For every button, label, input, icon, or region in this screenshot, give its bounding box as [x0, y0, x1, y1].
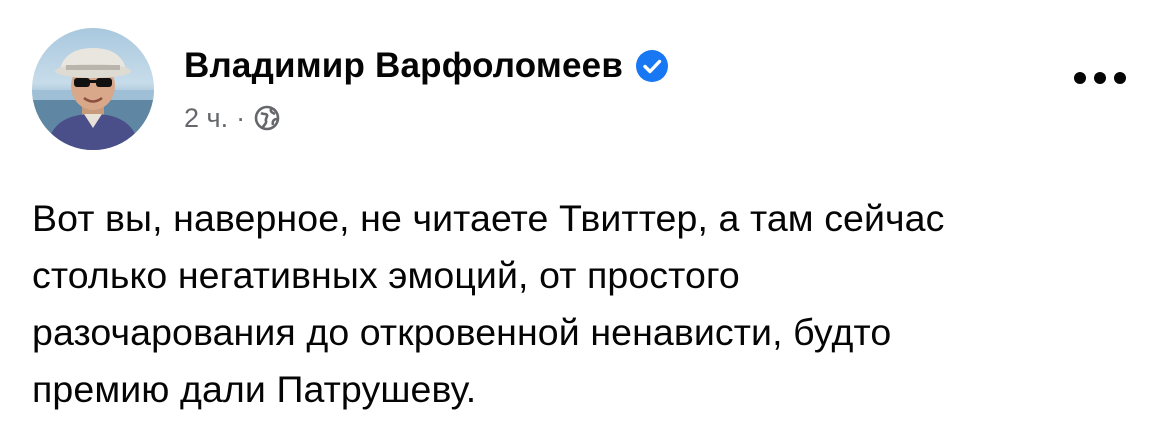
globe-icon — [253, 104, 281, 132]
facebook-post: Владимир Варфоломеев 2 ч. · Вот вы, наве… — [0, 0, 1170, 442]
author-avatar[interactable] — [32, 28, 154, 150]
author-name[interactable]: Владимир Варфоломеев — [184, 46, 623, 86]
author-row: Владимир Варфоломеев — [184, 44, 669, 88]
meta-separator: · — [236, 102, 246, 133]
post-meta: 2 ч. · — [184, 100, 281, 136]
more-options-icon — [1074, 72, 1126, 84]
verified-badge-icon — [635, 49, 669, 83]
post-body-text: Вот вы, наверное, не читаете Твиттер, а … — [32, 197, 945, 410]
post-timestamp[interactable]: 2 ч. — [184, 103, 228, 134]
profile-photo — [32, 48, 154, 150]
more-options-button[interactable] — [1068, 60, 1132, 96]
